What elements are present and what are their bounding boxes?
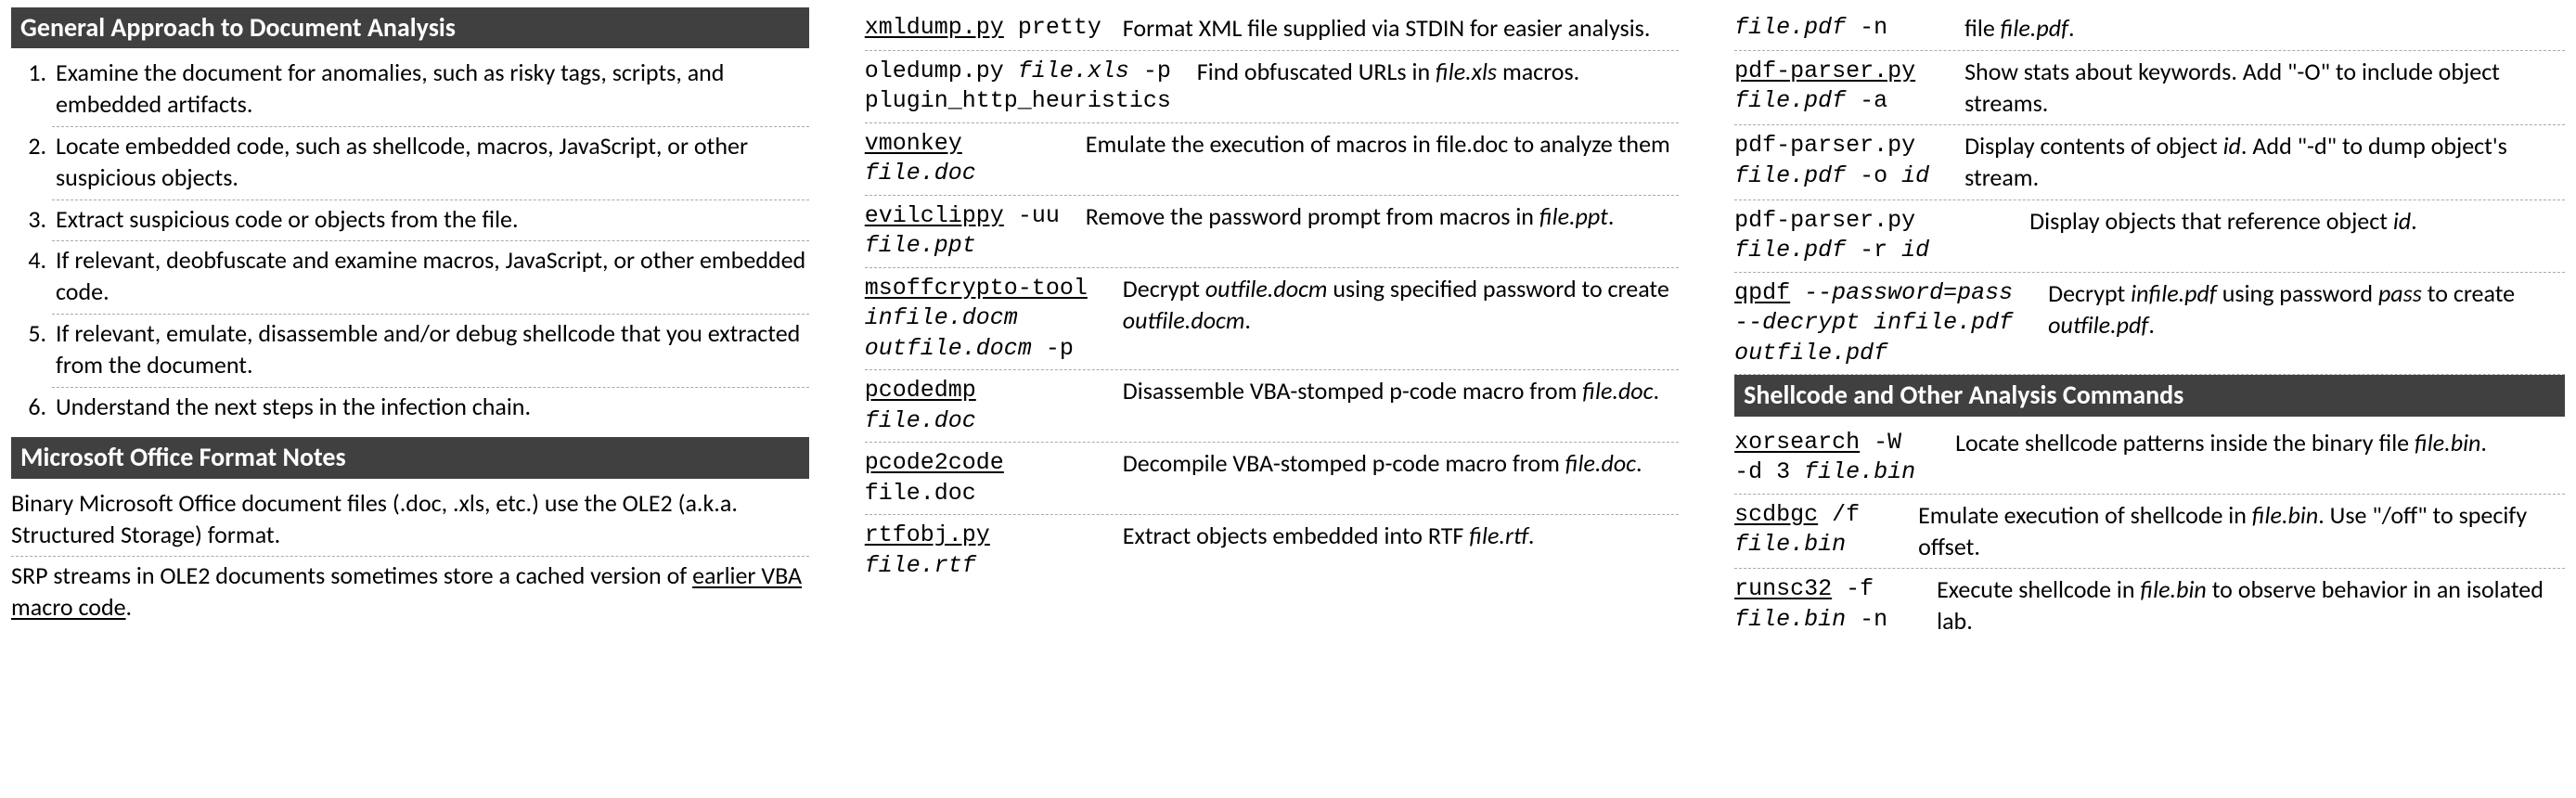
approach-list: Examine the document for anomalies, such…: [11, 54, 809, 428]
table-row: file.pdf -n file file.pdf.: [1734, 7, 2565, 51]
command-cell: rtfobj.py file.rtf: [865, 521, 1106, 581]
table-row: xorsearch -W -d 3 file.bin Locate shellco…: [1734, 422, 2565, 495]
table-row: pdf-parser.py file.pdf -r id Display obje…: [1734, 200, 2565, 273]
description-cell: Emulate execution of shellcode in file.b…: [1918, 500, 2565, 563]
table-row: qpdf --password=pass --decrypt infile.pd…: [1734, 273, 2565, 376]
column-middle: xmldump.py pretty Format XML file supplie…: [865, 7, 1679, 643]
description-cell: Locate shellcode patterns inside the bin…: [1955, 428, 2565, 459]
command-cell: runsc32 -f file.bin -n: [1734, 574, 1920, 635]
header-office-notes: Microsoft Office Format Notes: [11, 437, 809, 478]
description-cell: Display contents of object id. Add "-d" …: [1964, 131, 2565, 194]
table-row: pcodedmp file.doc Disassemble VBA-stomped…: [865, 370, 1679, 443]
header-shellcode: Shellcode and Other Analysis Commands: [1734, 375, 2565, 416]
table-row: scdbgc /f file.bin Emulate execution of s…: [1734, 495, 2565, 570]
table-row: pcode2code file.doc Decompile VBA-stomped…: [865, 443, 1679, 515]
description-cell: Decompile VBA-stomped p-code macro from …: [1123, 448, 1679, 480]
table-row: runsc32 -f file.bin -n Execute shellcode …: [1734, 569, 2565, 643]
list-item: If relevant, deobfuscate and examine mac…: [52, 241, 809, 315]
command-cell: file.pdf -n: [1734, 13, 1948, 44]
command-cell: xmldump.py pretty: [865, 13, 1106, 44]
description-cell: Disassemble VBA-stomped p-code macro fro…: [1123, 376, 1679, 407]
list-item: If relevant, emulate, disassemble and/or…: [52, 315, 809, 388]
description-cell: Decrypt infile.pdf using password pass t…: [2048, 278, 2565, 341]
description-cell: Execute shellcode in file.bin to observe…: [1937, 574, 2565, 637]
table-row: msoffcrypto-tool infile.docm outfile.doc…: [865, 268, 1679, 371]
list-item: Locate embedded code, such as shellcode,…: [52, 127, 809, 200]
command-cell: evilclippy -uu file.ppt: [865, 201, 1069, 262]
table-row: rtfobj.py file.rtf Extract objects embedd…: [865, 515, 1679, 586]
list-item: Examine the document for anomalies, such…: [52, 54, 809, 127]
description-cell: Display objects that reference object id…: [2029, 206, 2565, 238]
note-paragraph: Binary Microsoft Office document files (…: [11, 484, 809, 558]
command-cell: pcodedmp file.doc: [865, 376, 1106, 436]
description-cell: Decrypt outfile.docm using specified pas…: [1123, 274, 1679, 337]
command-cell: msoffcrypto-tool infile.docm outfile.doc…: [865, 274, 1106, 365]
list-item: Understand the next steps in the infecti…: [52, 388, 809, 429]
table-row: vmonkey file.doc Emulate the execution of…: [865, 123, 1679, 196]
header-general-approach: General Approach to Document Analysis: [11, 7, 809, 48]
command-cell: xorsearch -W -d 3 file.bin: [1734, 428, 1938, 488]
table-row: xmldump.py pretty Format XML file supplie…: [865, 7, 1679, 51]
description-cell: Find obfuscated URLs in file.xls macros.: [1197, 57, 1679, 88]
table-row: pdf-parser.py file.pdf -a Show stats abou…: [1734, 51, 2565, 126]
command-cell: pdf-parser.py file.pdf -o id: [1734, 131, 1948, 191]
command-cell: vmonkey file.doc: [865, 129, 1069, 189]
table-row: oledump.py file.xls -p plugin_http_heuri…: [865, 51, 1679, 123]
list-item: Extract suspicious code or objects from …: [52, 200, 809, 242]
command-cell: qpdf --password=pass --decrypt infile.pd…: [1734, 278, 2031, 369]
note-paragraph: SRP streams in OLE2 documents sometimes …: [11, 557, 809, 629]
description-cell: Extract objects embedded into RTF file.r…: [1123, 521, 1679, 552]
command-cell: pdf-parser.py file.pdf -r id: [1734, 206, 2013, 266]
column-right: file.pdf -n file file.pdf. pdf-parser.py f…: [1734, 7, 2565, 643]
description-cell: file file.pdf.: [1964, 13, 2565, 45]
command-cell: oledump.py file.xls -p plugin_http_heuri…: [865, 57, 1180, 117]
command-cell: scdbgc /f file.bin: [1734, 500, 1901, 560]
command-cell: pdf-parser.py file.pdf -a: [1734, 57, 1948, 117]
description-cell: Show stats about keywords. Add "-O" to i…: [1964, 57, 2565, 120]
column-left: General Approach to Document Analysis Ex…: [11, 7, 809, 643]
description-cell: Emulate the execution of macros in file.…: [1086, 129, 1679, 161]
description-cell: Format XML file supplied via STDIN for e…: [1123, 13, 1679, 45]
table-row: evilclippy -uu file.ppt Remove the passwo…: [865, 196, 1679, 268]
table-row: pdf-parser.py file.pdf -o id Display cont…: [1734, 125, 2565, 200]
command-cell: pcode2code file.doc: [865, 448, 1106, 508]
description-cell: Remove the password prompt from macros i…: [1086, 201, 1679, 233]
